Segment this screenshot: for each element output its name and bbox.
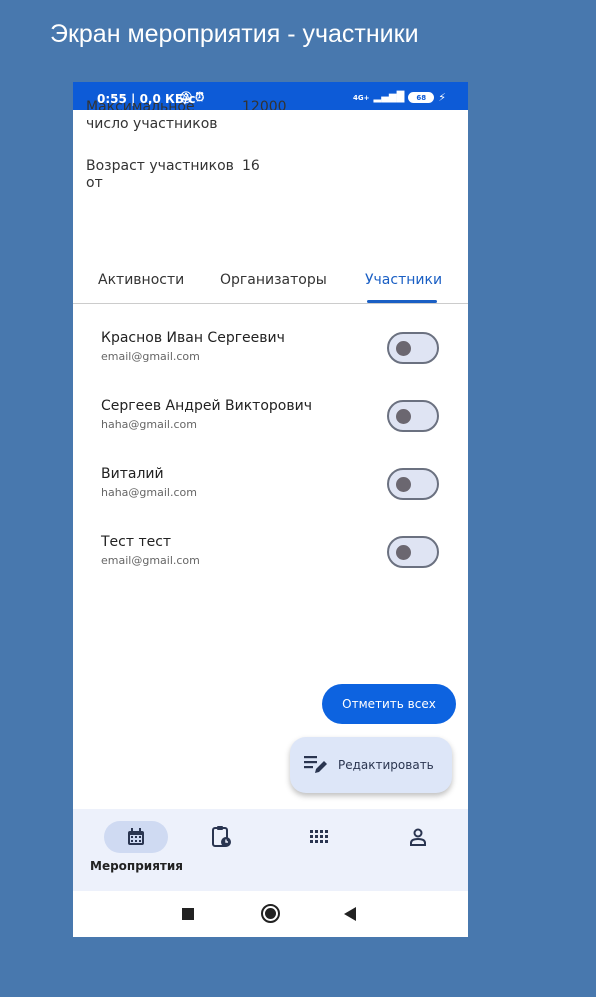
recents-button[interactable] (182, 908, 194, 920)
slide-title: Экран мероприятия - участники (50, 20, 419, 48)
toggle-knob (396, 341, 411, 356)
clipboard-clock-icon (212, 826, 231, 847)
tab-indicator (367, 300, 437, 303)
info-row-max-participants: Максимальное число участников 12000 (86, 91, 466, 132)
grid-icon (310, 830, 328, 843)
nav-item-events[interactable]: Мероприятия (90, 809, 183, 873)
phone-screen: 0:55 | 0,0 КБ/с 🔕︎ ⏰︎ 4G+ ▂▄▆█ 68 ⚡︎ Мак… (73, 82, 468, 937)
nav-item-apps[interactable] (287, 809, 351, 853)
tab-participants[interactable]: Участники (365, 272, 442, 288)
toggle-knob (396, 409, 411, 424)
info-value: 16 (242, 158, 260, 174)
participant-toggle[interactable] (387, 536, 439, 568)
edit-note-icon (304, 756, 327, 773)
toggle-knob (396, 545, 411, 560)
home-button[interactable] (261, 904, 280, 923)
info-row-min-age: Возраст участников от 16 (86, 158, 466, 194)
participant-email: haha@gmail.com (101, 486, 197, 499)
calendar-icon (128, 828, 145, 845)
nav-item-schedule[interactable] (190, 809, 254, 853)
nav-pill (190, 821, 254, 853)
participant-row: Сергеев Андрей Викторович haha@gmail.com (101, 398, 441, 458)
participant-email: haha@gmail.com (101, 418, 197, 431)
nav-item-profile[interactable] (386, 809, 450, 853)
person-icon (410, 828, 426, 846)
participant-toggle[interactable] (387, 400, 439, 432)
info-label: Возраст участников от (86, 158, 234, 191)
participant-toggle[interactable] (387, 332, 439, 364)
system-nav-bar (73, 891, 468, 937)
back-button[interactable] (343, 907, 357, 921)
participant-name: Краснов Иван Сергеевич (101, 330, 285, 346)
nav-pill (287, 821, 351, 853)
participant-toggle[interactable] (387, 468, 439, 500)
participant-name: Тест тест (101, 534, 172, 550)
tab-activities[interactable]: Активности (98, 272, 184, 288)
toggle-knob (396, 477, 411, 492)
tab-organizers[interactable]: Организаторы (220, 272, 327, 288)
participant-row: Виталий haha@gmail.com (101, 466, 441, 526)
participant-row: Краснов Иван Сергеевич email@gmail.com (101, 330, 441, 390)
edit-label: Редактировать (338, 758, 434, 772)
mark-all-button[interactable]: Отметить всех (322, 684, 456, 724)
participant-email: email@gmail.com (101, 554, 200, 567)
participant-row: Тест тест email@gmail.com (101, 534, 441, 594)
edit-fab[interactable]: Редактировать (290, 737, 452, 793)
bottom-nav: Мероприятия (73, 809, 468, 891)
participant-name: Виталий (101, 466, 164, 482)
participant-name: Сергеев Андрей Викторович (101, 398, 312, 414)
nav-pill (386, 821, 450, 853)
nav-label-events: Мероприятия (90, 859, 183, 873)
tabs-bar: Активности Организаторы Участники (73, 262, 468, 304)
nav-pill (104, 821, 169, 853)
participant-email: email@gmail.com (101, 350, 200, 363)
